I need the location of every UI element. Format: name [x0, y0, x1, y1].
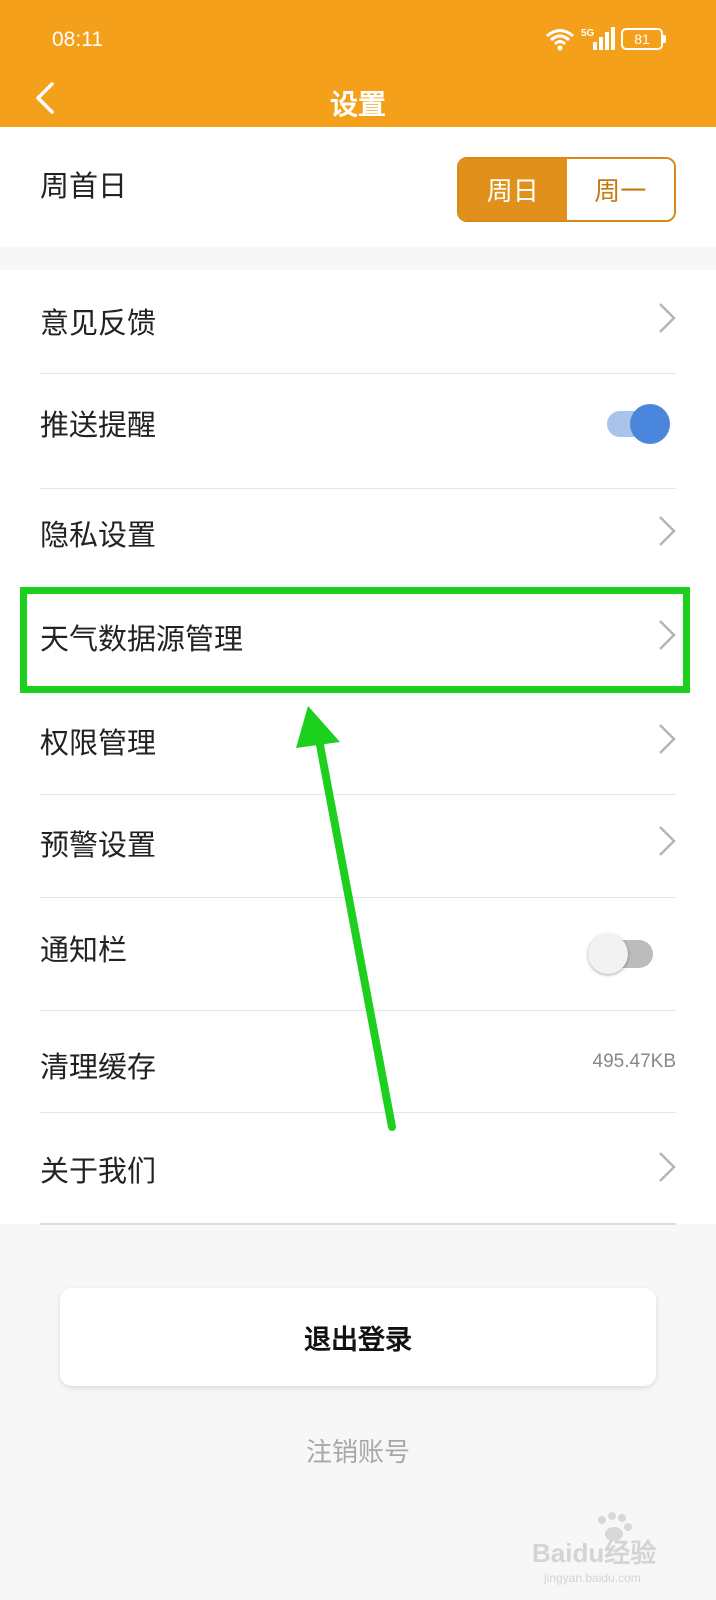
watermark-text: Baidu经验 [532, 1538, 656, 1568]
cancel-account-link[interactable]: 注销账号 [0, 1432, 716, 1469]
logout-button[interactable]: 退出登录 [60, 1288, 656, 1386]
watermark-url: jingyan.baidu.com [543, 1571, 641, 1585]
baidu-jingyan-watermark: Baidu经验 jingyan.baidu.com [532, 1512, 656, 1585]
